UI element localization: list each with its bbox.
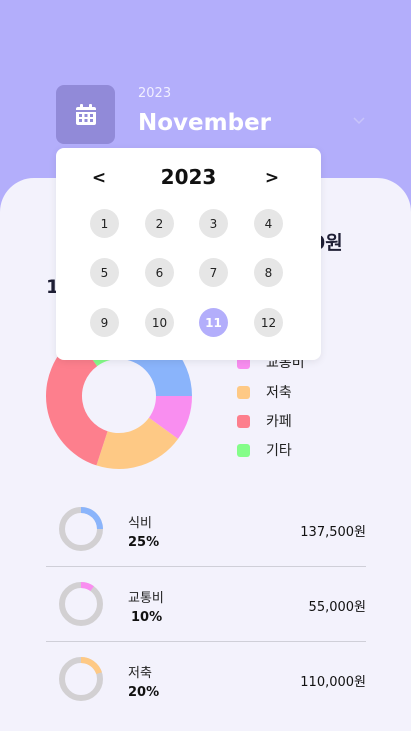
- category-amount: 110,000원: [300, 675, 366, 690]
- month-option-9[interactable]: 9: [90, 308, 119, 337]
- category-amount: 55,000원: [308, 600, 366, 615]
- category-percent: 20%: [128, 685, 160, 700]
- ring-fill: [81, 507, 103, 529]
- category-name: 저축: [128, 666, 152, 681]
- header-month[interactable]: November: [138, 110, 271, 136]
- month-option-4[interactable]: 4: [254, 209, 283, 238]
- month-option-6[interactable]: 6: [145, 258, 174, 287]
- month-option-7[interactable]: 7: [199, 258, 228, 287]
- month-option-5[interactable]: 5: [90, 258, 119, 287]
- legend-item: 카페: [237, 411, 377, 431]
- month-option-8[interactable]: 8: [254, 258, 283, 287]
- ring-track: [59, 582, 103, 626]
- legend-label: 카페: [266, 414, 292, 430]
- legend-item: 저축: [237, 382, 377, 402]
- legend-label: 기타: [266, 443, 292, 459]
- category-ring: [59, 582, 103, 626]
- legend-swatch: [237, 385, 250, 399]
- category-amount: 137,500원: [300, 525, 366, 540]
- legend-swatch: [237, 443, 250, 457]
- month-picker-popover: < 2023 > 1 2 3 4 5 6 7 8 9 10 11 12: [56, 148, 321, 360]
- list-item[interactable]: 식비 25% 137,500원: [46, 492, 366, 567]
- month-option-11[interactable]: 11: [199, 308, 228, 337]
- category-name: 교통비: [128, 591, 164, 606]
- month-option-12[interactable]: 12: [254, 308, 283, 337]
- calendar-button[interactable]: [56, 85, 115, 144]
- category-name: 식비: [128, 516, 152, 531]
- chevron-down-icon[interactable]: [353, 114, 365, 128]
- legend-item: 기타: [237, 440, 377, 460]
- month-option-2[interactable]: 2: [145, 209, 174, 238]
- calendar-icon: [75, 103, 96, 125]
- category-ring: [59, 657, 103, 701]
- category-percent: 10%: [131, 610, 163, 625]
- month-option-1[interactable]: 1: [90, 209, 119, 238]
- header-year: 2023: [138, 86, 172, 101]
- next-year-button[interactable]: >: [260, 168, 284, 188]
- month-option-10[interactable]: 10: [145, 308, 174, 337]
- legend-label: 저축: [266, 385, 292, 401]
- list-item[interactable]: 교통비 10% 55,000원: [46, 567, 366, 642]
- category-percent: 25%: [128, 535, 160, 550]
- legend-swatch: [237, 414, 250, 428]
- ring-fill: [81, 657, 102, 675]
- month-option-3[interactable]: 3: [199, 209, 228, 238]
- list-item[interactable]: 저축 20% 110,000원: [46, 642, 366, 717]
- category-ring: [59, 507, 103, 551]
